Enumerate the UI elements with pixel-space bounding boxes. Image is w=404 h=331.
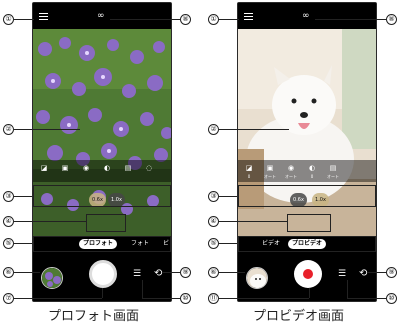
caption-pro-video: プロビデオ画面 bbox=[253, 309, 345, 324]
leader-line bbox=[14, 196, 32, 197]
settings-bar: ◪ 0 ▣ オート ◉ オート ◐ 0 ▤ オート bbox=[238, 160, 376, 182]
callout-2: ② bbox=[208, 124, 219, 135]
leader-line bbox=[142, 298, 180, 299]
focus-icon[interactable]: ◌ bbox=[144, 163, 154, 173]
callout-1: ① bbox=[208, 14, 219, 25]
leader-line bbox=[14, 243, 32, 244]
leader-line bbox=[219, 19, 239, 20]
callout-9: ⑨ bbox=[180, 267, 191, 278]
callout-10: ⑩ bbox=[180, 293, 191, 304]
record-icon bbox=[303, 269, 313, 279]
iso-icon[interactable]: ▣ bbox=[265, 163, 275, 173]
callout-6: ⑥ bbox=[208, 267, 219, 278]
contrast-value: 0 bbox=[310, 174, 314, 179]
callout-4: ④ bbox=[208, 216, 219, 227]
camera-switch-icon[interactable]: ⟲ bbox=[359, 268, 367, 280]
callout-1: ① bbox=[3, 14, 14, 25]
leader-line bbox=[14, 272, 40, 273]
shutter-value: オート bbox=[285, 174, 297, 179]
adjust-icon[interactable]: ☰ bbox=[133, 269, 141, 279]
callout-8: ⑧ bbox=[180, 14, 191, 25]
caption-pro-photo: プロフォト画面 bbox=[48, 309, 140, 324]
leader-line bbox=[14, 129, 80, 130]
leader-line bbox=[102, 288, 103, 298]
leader-line bbox=[219, 221, 287, 222]
leader-line bbox=[162, 272, 180, 273]
exposure-icon[interactable]: ◪ bbox=[39, 163, 49, 173]
leader-line bbox=[347, 298, 386, 299]
infinity-icon[interactable]: ∞ bbox=[302, 9, 310, 23]
leader-line bbox=[347, 280, 348, 298]
white-balance-icon[interactable]: ▤ bbox=[328, 163, 338, 173]
white-balance-icon[interactable]: ▤ bbox=[123, 163, 133, 173]
record-button[interactable] bbox=[294, 260, 322, 288]
pro-video-screen: ∞ ◪ 0 ▣ オート ◉ オート ◐ 0 ▤ オート 0.6x 1.0x ビデ… bbox=[237, 2, 377, 302]
leader-line bbox=[219, 129, 289, 130]
exposure-icon[interactable]: ◪ bbox=[244, 163, 254, 173]
leader-line bbox=[219, 196, 237, 197]
gallery-thumbnail[interactable] bbox=[246, 267, 268, 289]
shutter-speed-icon[interactable]: ◉ bbox=[286, 163, 296, 173]
adjust-icon[interactable]: ☰ bbox=[338, 269, 346, 279]
pro-photo-screen: ∞ ◪ ▣ ◉ ◐ ▤ ◌ 0.6x 1.0x プロフォト フォト ビ ☰ ⟲ bbox=[32, 2, 172, 302]
highlight-mode-bar bbox=[33, 236, 171, 252]
callout-4: ④ bbox=[3, 216, 14, 227]
iso-value: オート bbox=[264, 174, 276, 179]
highlight-settings-bar bbox=[238, 185, 376, 207]
highlight-settings-bar bbox=[33, 185, 171, 207]
menu-icon[interactable] bbox=[244, 13, 253, 20]
exposure-value: 0 bbox=[247, 174, 251, 179]
iso-icon[interactable]: ▣ bbox=[60, 163, 70, 173]
shutter-speed-icon[interactable]: ◉ bbox=[81, 163, 91, 173]
leader-line bbox=[219, 298, 309, 299]
white-balance-value: オート bbox=[327, 174, 339, 179]
callout-5: ⑤ bbox=[208, 238, 219, 249]
shutter-button[interactable] bbox=[89, 260, 117, 288]
bottom-controls: ☰ ⟲ bbox=[238, 251, 376, 301]
leader-line bbox=[110, 19, 180, 20]
callout-9: ⑨ bbox=[386, 267, 397, 278]
menu-icon[interactable] bbox=[39, 13, 48, 20]
callout-5: ⑤ bbox=[3, 238, 14, 249]
leader-line bbox=[309, 288, 310, 298]
camera-switch-icon[interactable]: ⟲ bbox=[154, 268, 162, 280]
leader-line bbox=[14, 19, 34, 20]
callout-3: ③ bbox=[208, 191, 219, 202]
leader-line bbox=[219, 243, 237, 244]
leader-line bbox=[315, 19, 386, 20]
top-bar: ∞ bbox=[33, 3, 171, 29]
callout-2: ② bbox=[3, 124, 14, 135]
callout-7: ⑦ bbox=[3, 293, 14, 304]
callout-10: ⑩ bbox=[386, 293, 397, 304]
callout-6: ⑥ bbox=[3, 267, 14, 278]
leader-line bbox=[367, 272, 386, 273]
leader-line bbox=[14, 298, 102, 299]
leader-line bbox=[142, 280, 143, 298]
highlight-zoom bbox=[86, 214, 126, 232]
leader-line bbox=[219, 272, 245, 273]
highlight-mode-bar bbox=[238, 236, 376, 252]
highlight-zoom bbox=[287, 214, 331, 232]
contrast-icon[interactable]: ◐ bbox=[102, 163, 112, 173]
leader-line bbox=[14, 221, 86, 222]
gallery-thumbnail[interactable] bbox=[41, 267, 63, 289]
infinity-icon[interactable]: ∞ bbox=[97, 9, 105, 23]
settings-bar: ◪ ▣ ◉ ◐ ▤ ◌ bbox=[33, 160, 171, 182]
callout-8: ⑧ bbox=[386, 14, 397, 25]
callout-11: ⑪ bbox=[208, 293, 219, 304]
top-bar: ∞ bbox=[238, 3, 376, 29]
contrast-icon[interactable]: ◐ bbox=[307, 163, 317, 173]
callout-3: ③ bbox=[3, 191, 14, 202]
